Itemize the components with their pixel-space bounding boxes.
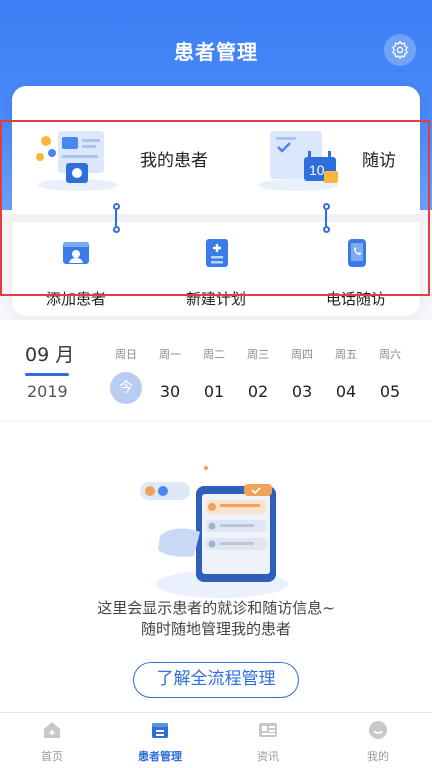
bottom-tab-bar: 首页 患者管理 资讯 我的 <box>0 712 432 768</box>
tab-patient-management-label: 患者管理 <box>138 750 182 763</box>
tab-news[interactable]: 资讯 <box>228 719 308 764</box>
month-underline <box>25 373 69 376</box>
news-icon <box>259 723 277 737</box>
empty-state-message: 这里会显示患者的就诊和随访信息~ 随时随地管理我的患者 <box>0 598 432 640</box>
date-cell[interactable]: 02 <box>240 376 276 408</box>
connector-right <box>322 203 330 233</box>
follow-up-entry[interactable]: 10 随访 <box>252 116 396 200</box>
today-date-button[interactable]: 今 <box>110 372 142 404</box>
new-plan-button[interactable]: 新建计划 <box>156 230 276 309</box>
new-plan-label: 新建计划 <box>185 290 246 308</box>
phone-followup-icon <box>348 239 366 267</box>
add-patient-icon <box>63 242 89 264</box>
tab-profile-label: 我的 <box>367 750 389 763</box>
settings-button[interactable] <box>384 34 416 66</box>
weekday-sat: 周六 <box>379 348 401 361</box>
add-patient-button[interactable]: 添加患者 <box>16 230 136 309</box>
month-label[interactable]: 09 月 <box>25 340 74 367</box>
date-cell[interactable]: 30 <box>152 376 188 408</box>
my-patients-entry[interactable]: 我的患者 <box>30 116 208 200</box>
tab-patient-management[interactable]: 患者管理 <box>120 719 200 764</box>
empty-state-illustration <box>140 466 288 598</box>
page-title: 患者管理 <box>174 40 258 64</box>
date-cell[interactable]: 03 <box>284 376 320 408</box>
home-icon <box>44 722 60 738</box>
week-calendar: 09 月 2019 周日 周一 周二 周三 周四 周五 周六 30 01 02 … <box>0 320 432 420</box>
tab-news-label: 资讯 <box>257 750 279 763</box>
weekday-thu: 周四 <box>291 348 313 361</box>
empty-state: 这里会显示患者的就诊和随访信息~ 随时随地管理我的患者 了解全流程管理 <box>0 422 432 712</box>
empty-state-line1: 这里会显示患者的就诊和随访信息~ <box>97 599 335 617</box>
patient-management-icon <box>152 723 168 738</box>
my-patients-label: 我的患者 <box>140 150 208 171</box>
svg-text:10: 10 <box>309 162 325 178</box>
tab-home[interactable]: 首页 <box>12 719 92 764</box>
new-plan-icon <box>206 239 228 267</box>
learn-workflow-button[interactable]: 了解全流程管理 <box>133 662 299 698</box>
date-cell[interactable]: 05 <box>372 376 408 408</box>
connector-left <box>112 203 120 233</box>
add-patient-label: 添加患者 <box>45 290 106 308</box>
profile-icon <box>369 721 387 739</box>
patients-illustration-icon <box>36 131 118 191</box>
tab-home-label: 首页 <box>41 750 63 763</box>
weekday-mon: 周一 <box>159 348 181 361</box>
phone-followup-label: 电话随访 <box>325 290 386 308</box>
gear-icon <box>392 40 408 60</box>
weekday-sun: 周日 <box>115 348 137 361</box>
weekday-fri: 周五 <box>335 348 357 361</box>
calendar-10-illustration-icon: 10 <box>258 131 338 191</box>
weekday-wed: 周三 <box>247 348 269 361</box>
tab-profile[interactable]: 我的 <box>338 719 418 764</box>
date-cell[interactable]: 04 <box>328 376 364 408</box>
follow-up-label: 随访 <box>362 150 396 171</box>
year-label: 2019 <box>27 382 68 401</box>
phone-followup-button[interactable]: 电话随访 <box>296 230 416 309</box>
empty-state-line2: 随时随地管理我的患者 <box>140 620 291 638</box>
date-cell[interactable]: 01 <box>196 376 232 408</box>
section-divider <box>0 214 432 222</box>
weekday-tue: 周二 <box>203 348 225 361</box>
